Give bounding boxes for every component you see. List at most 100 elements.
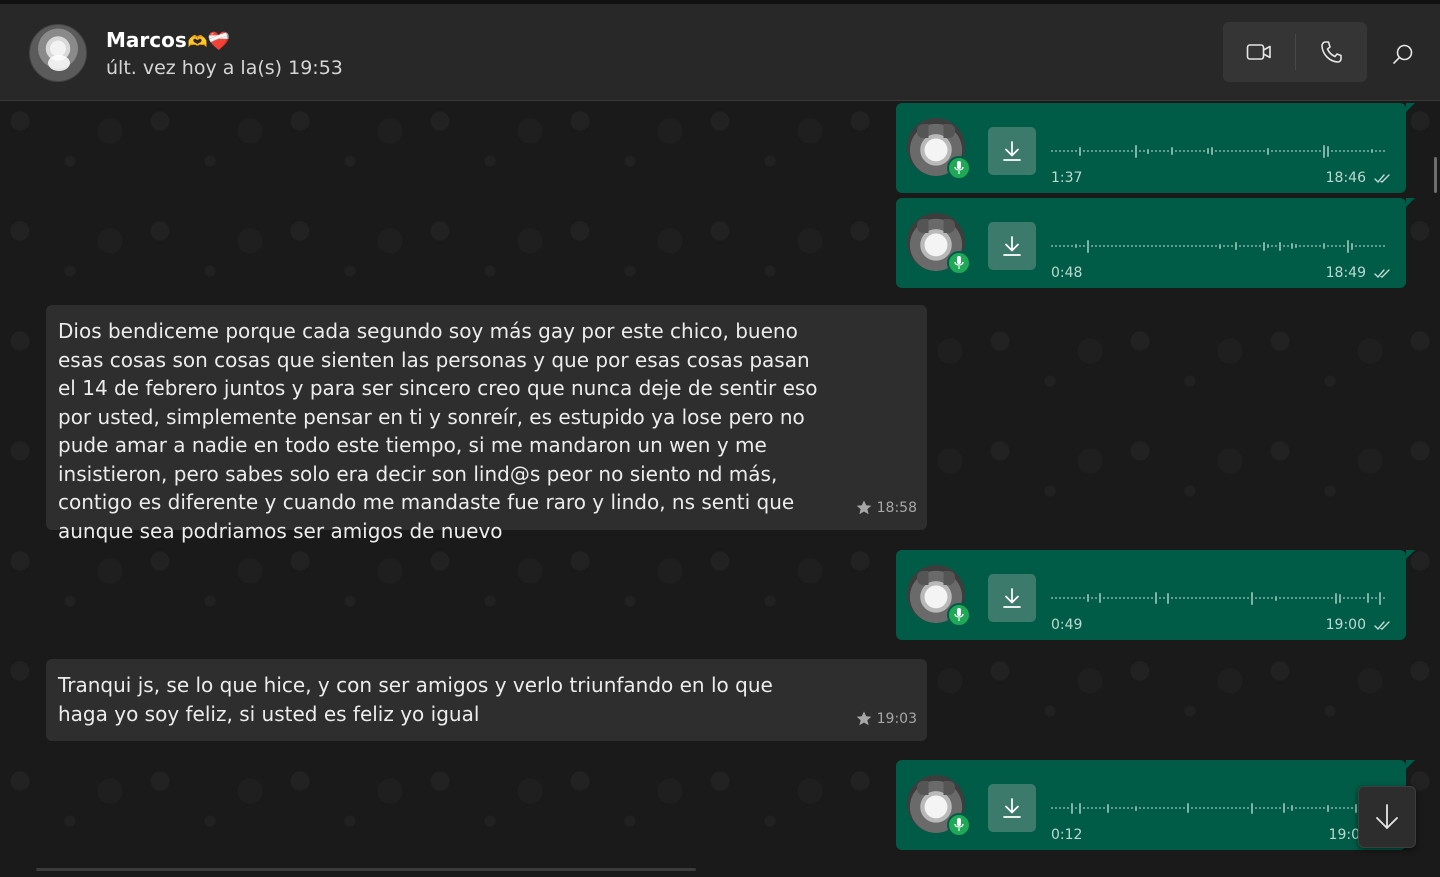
scroll-to-bottom-button[interactable] [1358,786,1416,848]
waveform-dot [1343,807,1345,809]
waveform-dot [1211,807,1213,809]
horizontal-scrollbar[interactable] [36,868,696,871]
message-time: 19:00 [1325,617,1366,633]
waveform-dot [1079,245,1081,247]
waveform-dot [1167,150,1169,152]
search-button[interactable] [1382,34,1424,74]
waveform-dot [1083,597,1085,599]
waveform-dot [1359,597,1361,599]
waveform-bar [1135,805,1137,811]
waveform-dot [1199,150,1201,152]
waveform-dot [1363,245,1365,247]
video-call-button[interactable] [1223,22,1295,82]
waveform-dot [1343,245,1345,247]
waveform-bar [1167,592,1169,604]
waveform-bar [1071,802,1073,814]
waveform-bar [1323,144,1325,158]
waveform-dot [1339,807,1341,809]
waveform-bar [1291,805,1293,811]
waveform-bar [1339,593,1341,603]
voice-call-button[interactable] [1296,22,1368,82]
waveform-dot [1183,150,1185,152]
waveform-dot [1067,807,1069,809]
waveform-dot [1091,150,1093,152]
waveform-dot [1287,150,1289,152]
waveform-dot [1187,150,1189,152]
waveform-bar [1079,146,1081,156]
contact-avatar[interactable] [29,24,87,82]
voice-message[interactable]: 0:12 19:0 [896,760,1415,850]
waveform-dot [1119,597,1121,599]
waveform-bar [1367,593,1369,603]
waveform-dot [1147,807,1149,809]
waveform-bar [1211,147,1213,155]
waveform-bar [1275,595,1277,601]
waveform-dot [1211,597,1213,599]
waveform-bar [1251,802,1253,814]
incoming-message[interactable]: Dios bendiceme porque cada segundo soy m… [46,305,927,543]
waveform-dot [1291,597,1293,599]
waveform-dot [1207,245,1209,247]
voice-duration: 1:37 [1051,170,1083,186]
voice-message[interactable]: 1:37 18:46 [896,103,1415,193]
message-list[interactable]: 1:37 18:46 0:48 18:49 Dios bendiceme por… [0,101,1440,877]
waveform-dot [1203,807,1205,809]
waveform-dot [1299,245,1301,247]
waveform-dot [1315,597,1317,599]
waveform-dot [1287,807,1289,809]
voice-message[interactable]: 0:48 18:49 [896,198,1415,288]
waveform-dot [1255,597,1257,599]
download-button[interactable] [988,574,1036,622]
arrow-down-icon [1376,804,1398,829]
waveform-dot [1315,807,1317,809]
waveform-bar [1295,244,1297,248]
waveform-dot [1227,807,1229,809]
waveform-dot [1143,150,1145,152]
waveform-dot [1227,245,1229,247]
waveform-dot [1275,245,1277,247]
waveform-dot [1339,245,1341,247]
contact-name[interactable]: Marcos🫶❤️‍🩹 [106,28,230,52]
download-button[interactable] [988,127,1036,175]
waveform-dot [1383,150,1385,152]
waveform-dot [1327,597,1329,599]
waveform-dot [1291,150,1293,152]
waveform-bar [1327,145,1329,157]
waveform-dot [1231,150,1233,152]
waveform[interactable] [1051,800,1391,816]
scrollbar-thumb[interactable] [1434,157,1437,193]
waveform-dot [1183,597,1185,599]
waveform-dot [1123,245,1125,247]
waveform-dot [1371,245,1373,247]
waveform-bar [1107,803,1109,813]
waveform-dot [1327,245,1329,247]
waveform-dot [1055,597,1057,599]
message-text: Tranqui js, se lo que hice, y con ser am… [58,673,773,726]
download-icon [1003,588,1021,608]
sender-avatar [907,118,971,180]
waveform-dot [1299,597,1301,599]
waveform-dot [1095,245,1097,247]
waveform-dot [1255,245,1257,247]
waveform-dot [1371,597,1373,599]
download-button[interactable] [988,222,1036,270]
incoming-message[interactable]: Tranqui js, se lo que hice, y con ser am… [46,659,927,741]
waveform-dot [1167,807,1169,809]
waveform-dot [1171,245,1173,247]
waveform-dot [1331,245,1333,247]
waveform-dot [1303,150,1305,152]
waveform[interactable] [1051,143,1391,159]
download-button[interactable] [988,784,1036,832]
waveform-dot [1067,597,1069,599]
waveform-dot [1191,150,1193,152]
waveform-dot [1119,807,1121,809]
waveform-dot [1103,597,1105,599]
waveform-dot [1239,245,1241,247]
voice-message[interactable]: 0:49 19:00 [896,550,1415,640]
waveform[interactable] [1051,590,1391,606]
waveform-dot [1083,245,1085,247]
waveform[interactable] [1051,238,1391,254]
message-time: 18:49 [1325,265,1366,281]
waveform-bar [1087,594,1089,602]
download-icon [1003,141,1021,161]
